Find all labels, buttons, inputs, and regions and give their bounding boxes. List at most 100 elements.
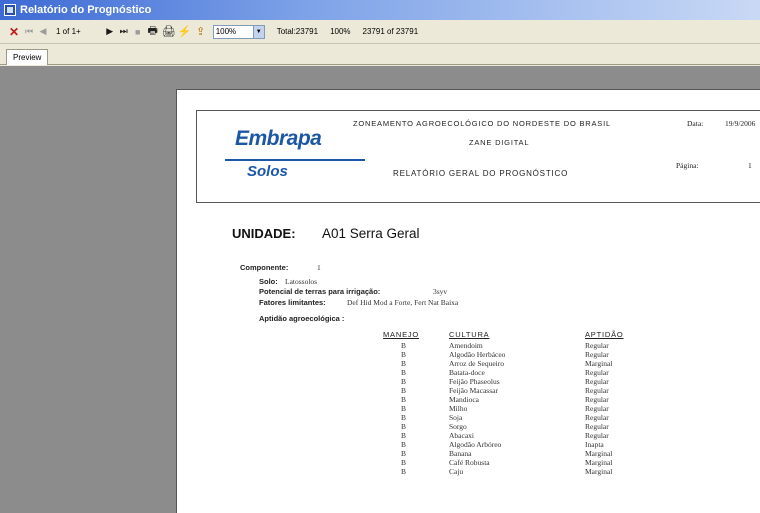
aptidao-cell: Regular [585, 350, 609, 359]
manejo-cell: B [401, 440, 407, 449]
record-count: 23791 of 23791 [362, 27, 419, 36]
aptidao-cell: Regular [585, 368, 609, 377]
cultura-cell: Abacaxi [449, 431, 474, 440]
manejo-cell: B [401, 422, 407, 431]
table-row: B Algodão Herbáceo Regular [177, 350, 760, 359]
cultura-cell: Amendoim [449, 341, 483, 350]
table-row: B Sorgo Regular [177, 422, 760, 431]
next-page-icon[interactable]: ▶ [103, 23, 117, 41]
stop-icon[interactable]: ■ [131, 23, 145, 41]
refresh-icon[interactable]: ⚡ [177, 23, 193, 41]
table-row: B Arroz de Sequeiro Marginal [177, 359, 760, 368]
column-header-cultura: CULTURA [449, 330, 490, 339]
window-title: Relatório do Prognóstico [20, 4, 152, 16]
cultura-cell: Caju [449, 467, 464, 476]
preview-viewport[interactable]: Embrapa Solos ZONEAMENTO AGROECOLÓGICO D… [0, 66, 760, 513]
cultura-cell: Sorgo [449, 422, 467, 431]
manejo-cell: B [401, 431, 407, 440]
cultura-cell: Feijão Phaseolus [449, 377, 500, 386]
aptidao-cell: Marginal [585, 458, 613, 467]
page-count: 1 of 1+ [56, 27, 81, 36]
embrapa-logo: Embrapa [235, 127, 322, 151]
aptidao-cell: Regular [585, 431, 609, 440]
percent-read: 100% [330, 27, 351, 36]
table-row: B Soja Regular [177, 413, 760, 422]
aptidao-label: Aptidão agroecológica : [259, 314, 345, 323]
unidade-label: UNIDADE: [232, 226, 296, 241]
page-label: Página: [676, 161, 699, 170]
report-header-box: Embrapa Solos ZONEAMENTO AGROECOLÓGICO D… [196, 110, 760, 203]
aptidao-cell: Marginal [585, 449, 613, 458]
header-subtitle: ZANE DIGITAL [469, 138, 530, 147]
logo-divider [225, 159, 365, 161]
table-row: B Abacaxi Regular [177, 431, 760, 440]
close-icon[interactable]: ✕ [6, 23, 22, 41]
date-label: Data: [687, 119, 704, 128]
print-setup-icon[interactable]: 🖨 [161, 23, 177, 41]
cultura-cell: Arroz de Sequeiro [449, 359, 504, 368]
table-row: B Mandioca Regular [177, 395, 760, 404]
title-bar: Relatório do Prognóstico [0, 0, 760, 20]
manejo-cell: B [401, 386, 407, 395]
report-toolbar: ✕ ⏮ ◀ 1 of 1+ ▶ ⏭ ■ 🖶 🖨 ⚡ ⇪ 100% ▼ Total… [0, 20, 760, 44]
manejo-cell: B [401, 368, 407, 377]
aptidao-cell: Regular [585, 341, 609, 350]
aptidao-cell: Marginal [585, 467, 613, 476]
cultura-cell: Soja [449, 413, 463, 422]
cultura-cell: Algodão Herbáceo [449, 350, 506, 359]
manejo-cell: B [401, 413, 407, 422]
potencial-label: Potencial de terras para irrigação: [259, 287, 381, 296]
table-row: B Caju Marginal [177, 467, 760, 476]
table-row: B Milho Regular [177, 404, 760, 413]
table-row: B Café Robusta Marginal [177, 458, 760, 467]
date-value: 19/9/2006 [725, 119, 756, 128]
cultura-cell: Batata-doce [449, 368, 485, 377]
manejo-cell: B [401, 341, 407, 350]
zoom-value: 100% [215, 27, 237, 36]
solos-logo: Solos [247, 163, 288, 180]
solo-label: Solo: [259, 277, 278, 286]
unidade-value: A01 Serra Geral [322, 226, 420, 241]
table-row: B Batata-doce Regular [177, 368, 760, 377]
aptidao-cell: Regular [585, 413, 609, 422]
tab-bar: Preview [0, 45, 760, 65]
cultura-cell: Feijão Macassar [449, 386, 498, 395]
table-row: B Banana Marginal [177, 449, 760, 458]
chevron-down-icon[interactable]: ▼ [252, 25, 264, 38]
componente-label: Componente: [240, 263, 289, 272]
cultura-cell: Milho [449, 404, 468, 413]
cultura-cell: Algodão Arbóreo [449, 440, 502, 449]
manejo-cell: B [401, 377, 407, 386]
print-icon[interactable]: 🖶 [145, 23, 161, 41]
first-page-icon[interactable]: ⏮ [22, 23, 36, 41]
manejo-cell: B [401, 449, 407, 458]
report-page: Embrapa Solos ZONEAMENTO AGROECOLÓGICO D… [176, 89, 760, 513]
column-header-aptidao: APTIDÃO [585, 330, 624, 339]
manejo-cell: B [401, 350, 407, 359]
table-row: B Feijão Macassar Regular [177, 386, 760, 395]
table-row: B Algodão Arbóreo Inapta [177, 440, 760, 449]
tab-preview-label: Preview [13, 53, 42, 62]
tab-preview[interactable]: Preview [6, 49, 49, 65]
manejo-cell: B [401, 458, 407, 467]
aptidao-cell: Regular [585, 395, 609, 404]
report-title: RELATÓRIO GERAL DO PROGNÓSTICO [393, 169, 569, 178]
last-page-icon[interactable]: ⏭ [117, 23, 131, 41]
aptidao-cell: Regular [585, 422, 609, 431]
cultura-cell: Café Robusta [449, 458, 490, 467]
table-row: B Amendoim Regular [177, 341, 760, 350]
solo-value: Latossolos [285, 277, 318, 286]
aptidao-cell: Regular [585, 386, 609, 395]
manejo-cell: B [401, 359, 407, 368]
fatores-value: Def Hid Mod a Forte, Fert Nat Baixa [347, 298, 459, 307]
logo-text: Embrapa [235, 127, 322, 150]
previous-page-icon[interactable]: ◀ [36, 23, 50, 41]
cultura-cell: Mandioca [449, 395, 479, 404]
manejo-cell: B [401, 395, 407, 404]
zoom-select[interactable]: 100% ▼ [212, 24, 265, 39]
export-icon[interactable]: ⇪ [193, 23, 209, 41]
aptidao-cell: Regular [585, 404, 609, 413]
table-row: B Feijão Phaseolus Regular [177, 377, 760, 386]
manejo-cell: B [401, 467, 407, 476]
fatores-label: Fatores limitantes: [259, 298, 326, 307]
